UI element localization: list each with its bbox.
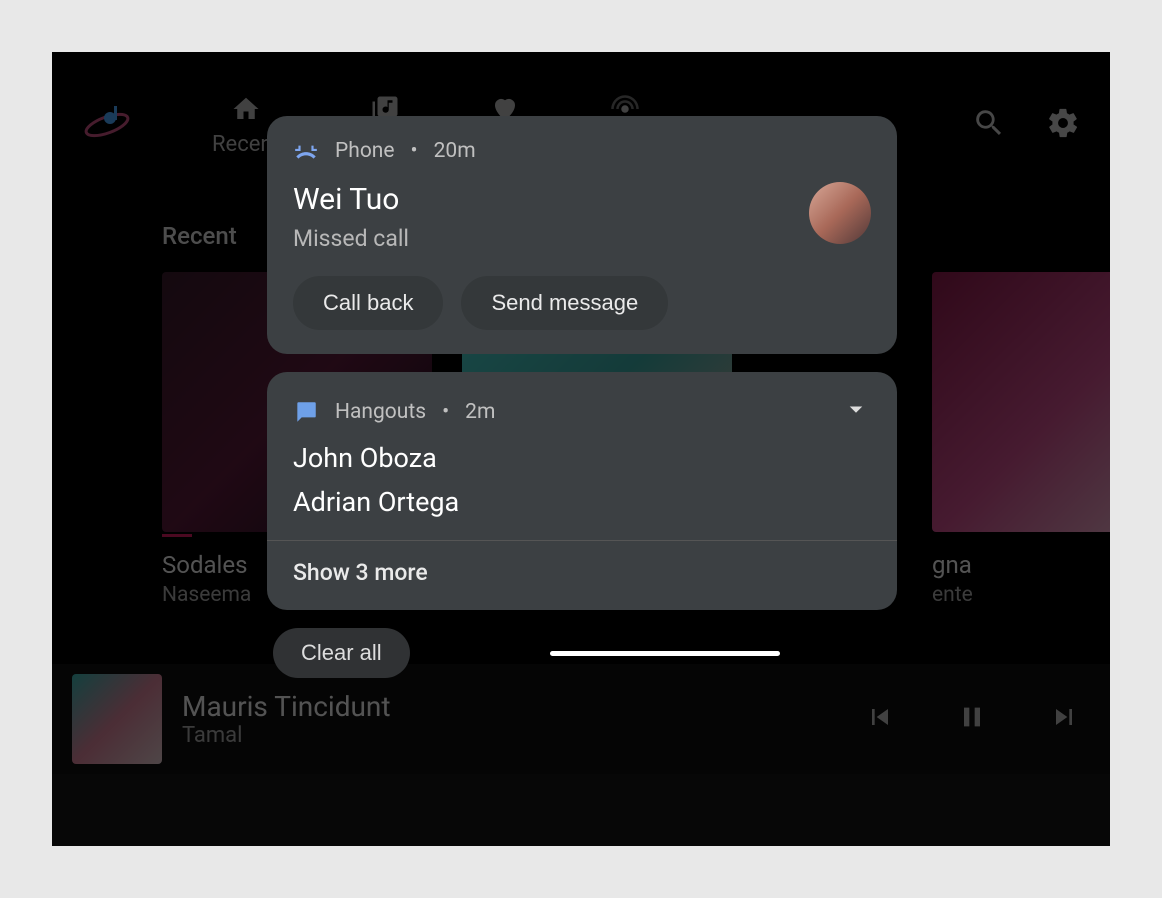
notification-header: Phone • 20m bbox=[293, 138, 871, 164]
notification-hangouts[interactable]: Hangouts • 2m John Oboza Adrian Ortega S… bbox=[267, 372, 897, 610]
chevron-down-icon bbox=[841, 394, 871, 424]
gear-icon[interactable] bbox=[1046, 106, 1080, 144]
message-sender: John Oboza bbox=[293, 442, 871, 474]
notification-title: Wei Tuo bbox=[293, 182, 409, 217]
search-icon[interactable] bbox=[972, 106, 1006, 144]
home-icon bbox=[231, 94, 261, 124]
player-track-title: Mauris Tincidunt bbox=[182, 690, 844, 723]
expand-toggle[interactable] bbox=[841, 394, 871, 430]
player-text: Mauris Tincidunt Tamal bbox=[182, 690, 844, 748]
skip-next-icon[interactable] bbox=[1048, 701, 1080, 737]
notification-app-label: Phone bbox=[335, 139, 395, 163]
drag-handle[interactable] bbox=[550, 651, 780, 656]
avatar bbox=[809, 182, 871, 244]
notification-app-label: Hangouts bbox=[335, 400, 426, 424]
show-more-button[interactable]: Show 3 more bbox=[293, 541, 871, 586]
now-playing-bar[interactable]: Mauris Tincidunt Tamal bbox=[52, 664, 1110, 774]
player-controls bbox=[864, 701, 1080, 737]
notification-time: 2m bbox=[465, 400, 495, 424]
pause-icon[interactable] bbox=[956, 701, 988, 737]
shade-footer: Clear all bbox=[267, 628, 897, 678]
send-message-button[interactable]: Send message bbox=[461, 276, 668, 330]
call-back-button[interactable]: Call back bbox=[293, 276, 443, 330]
top-actions bbox=[972, 106, 1080, 144]
device-screen: Recent Recent Sodales Naseema bbox=[52, 52, 1110, 846]
system-nav-bar bbox=[52, 774, 1110, 846]
section-recent-title: Recent bbox=[162, 222, 237, 250]
player-artist: Tamal bbox=[182, 723, 844, 748]
notification-time: 20m bbox=[434, 139, 476, 163]
album-artist: ente bbox=[932, 583, 1110, 607]
separator: • bbox=[411, 139, 418, 163]
notification-header: Hangouts • 2m bbox=[293, 394, 871, 430]
chat-icon bbox=[293, 399, 319, 425]
message-sender: Adrian Ortega bbox=[293, 486, 871, 518]
missed-call-icon bbox=[293, 138, 319, 164]
separator: • bbox=[442, 400, 449, 424]
notification-actions: Call back Send message bbox=[293, 276, 871, 330]
notification-shade: Phone • 20m Wei Tuo Missed call Call bac… bbox=[267, 116, 897, 678]
album-card[interactable]: gna ente bbox=[932, 272, 1110, 607]
player-album-art bbox=[72, 674, 162, 764]
skip-previous-icon[interactable] bbox=[864, 701, 896, 737]
notification-phone[interactable]: Phone • 20m Wei Tuo Missed call Call bac… bbox=[267, 116, 897, 354]
album-title: gna bbox=[932, 551, 1110, 579]
app-logo-icon bbox=[82, 100, 132, 150]
clear-all-button[interactable]: Clear all bbox=[273, 628, 410, 678]
card-progress bbox=[162, 534, 192, 537]
album-art bbox=[932, 272, 1110, 532]
notification-subtitle: Missed call bbox=[293, 225, 409, 252]
